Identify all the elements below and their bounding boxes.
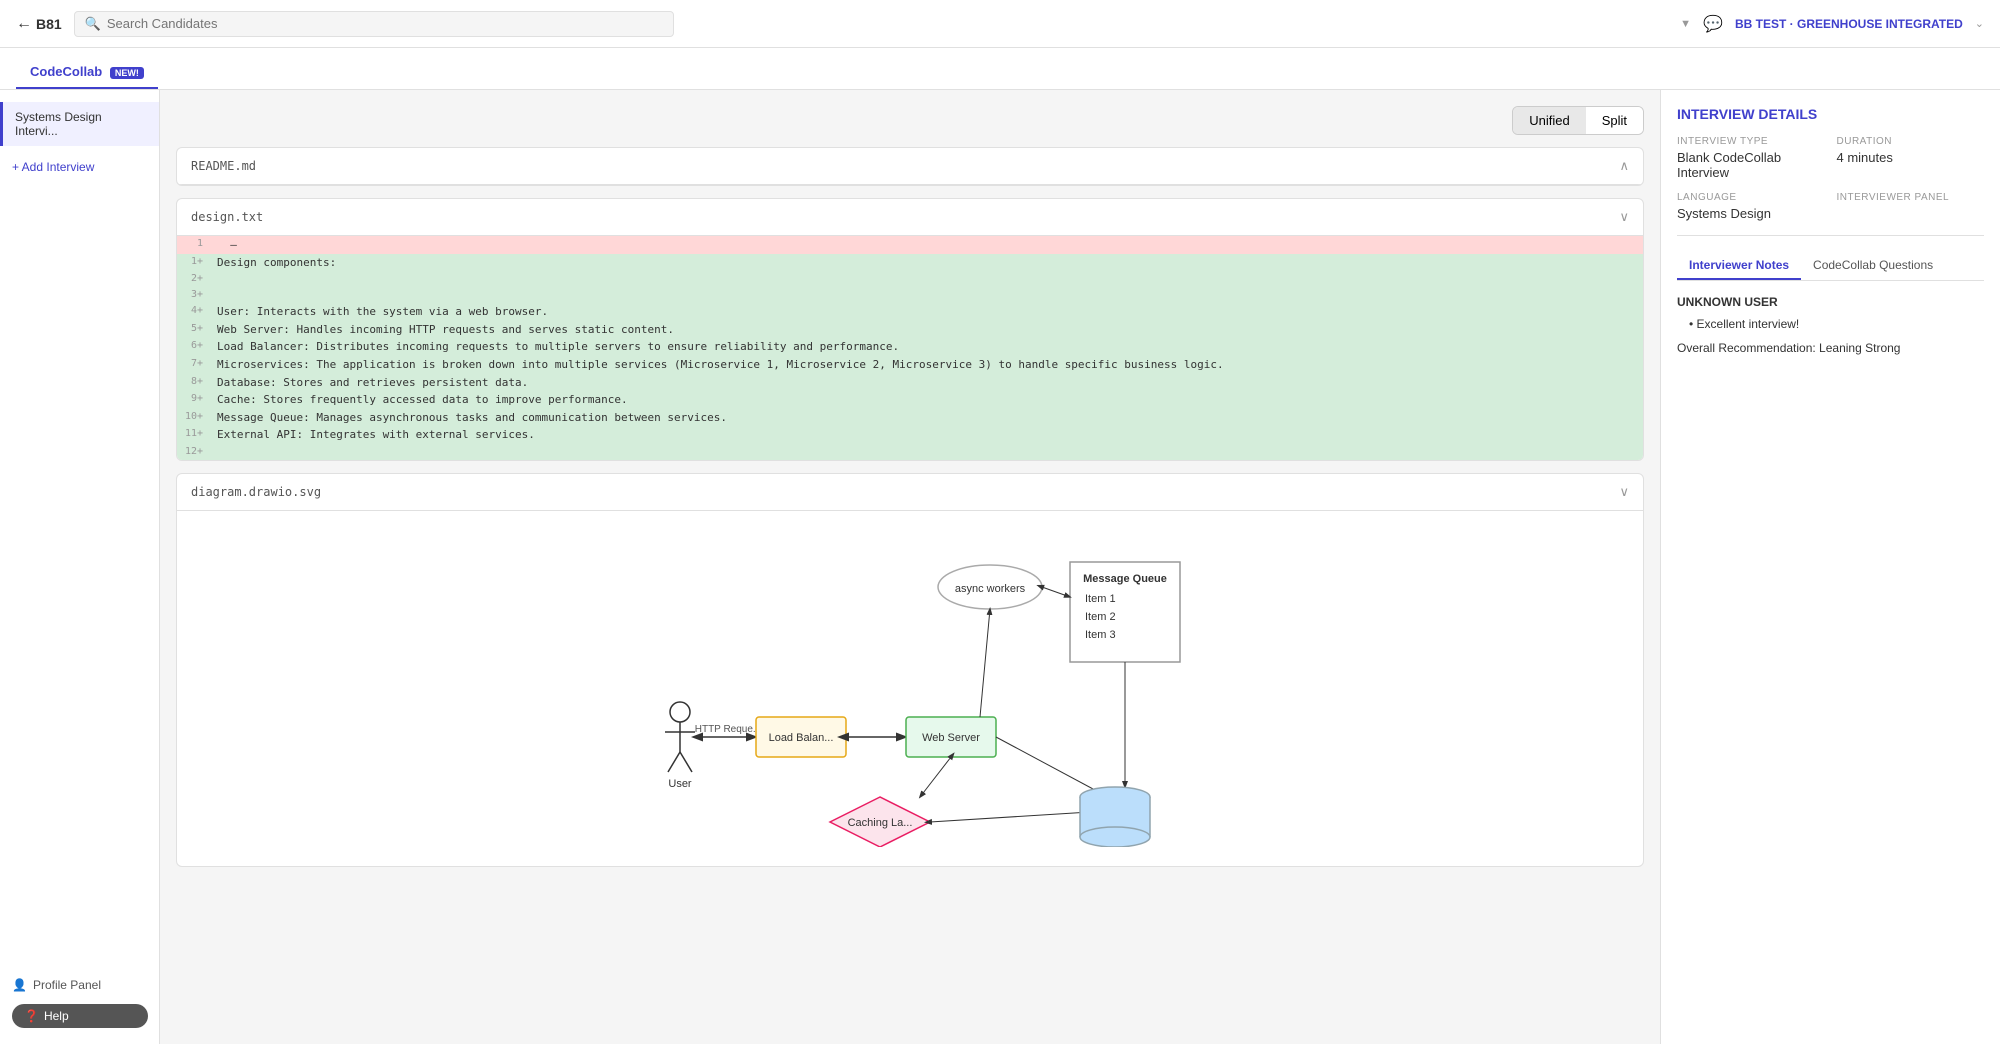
- file-name-design: design.txt: [191, 210, 263, 224]
- user-node: User: [665, 702, 695, 790]
- language-label: LANGUAGE: [1677, 192, 1825, 203]
- recommendation-text: Overall Recommendation: Leaning Strong: [1677, 341, 1984, 355]
- profile-panel-button[interactable]: 👤 Profile Panel: [12, 970, 148, 1000]
- diff-line-4: 4+ User: Interacts with the system via a…: [177, 303, 1643, 321]
- nav-right: ▼ 💬 BB TEST · GREENHOUSE INTEGRATED ⌄: [1680, 14, 1984, 34]
- right-panel: INTERVIEW DETAILS INTERVIEW TYPE Blank C…: [1660, 90, 2000, 1044]
- language-value: Systems Design: [1677, 206, 1825, 221]
- diff-line-9: 9+ Cache: Stores frequently accessed dat…: [177, 391, 1643, 409]
- org-label[interactable]: BB TEST · GREENHOUSE INTEGRATED: [1735, 17, 1963, 31]
- help-button[interactable]: ❓ Help: [12, 1004, 148, 1028]
- svg-text:async workers: async workers: [955, 583, 1026, 595]
- duration-label: DURATION: [1837, 136, 1985, 147]
- profile-icon: 👤: [12, 978, 27, 992]
- interview-type-value: Blank CodeCollab Interview: [1677, 150, 1825, 180]
- diff-line-1-added: 1+ Design components:: [177, 254, 1643, 272]
- note-text: Excellent interview!: [1697, 317, 1800, 331]
- file-name-diagram: diagram.drawio.svg: [191, 485, 321, 499]
- chat-icon[interactable]: 💬: [1703, 14, 1723, 34]
- svg-text:User: User: [668, 778, 692, 790]
- file-section-diagram: diagram.drawio.svg ∨ User: [176, 473, 1644, 867]
- file-header-diagram[interactable]: diagram.drawio.svg ∨: [177, 474, 1643, 511]
- sidebar-item-systems-design[interactable]: Systems Design Intervi...: [0, 102, 159, 146]
- detail-grid: INTERVIEW TYPE Blank CodeCollab Intervie…: [1677, 136, 1984, 221]
- toggle-split[interactable]: Split: [1586, 107, 1643, 134]
- svg-text:Item 2: Item 2: [1085, 611, 1116, 623]
- help-icon: ❓: [24, 1009, 39, 1023]
- diff-line-10: 10+ Message Queue: Manages asynchronous …: [177, 409, 1643, 427]
- file-header-readme[interactable]: README.md ∧: [177, 148, 1643, 185]
- search-icon: 🔍: [85, 16, 101, 32]
- diff-line-5: 5+ Web Server: Handles incoming HTTP req…: [177, 321, 1643, 339]
- tab-questions-label: CodeCollab Questions: [1813, 258, 1933, 272]
- back-arrow-icon: ←: [16, 15, 32, 33]
- diagram-container: User HTTP Reque... Load Balan... Web Ser…: [177, 511, 1643, 866]
- svg-text:Message Queue: Message Queue: [1083, 573, 1167, 585]
- diagram-svg: User HTTP Reque... Load Balan... Web Ser…: [193, 527, 1627, 847]
- back-button[interactable]: ← B81: [16, 15, 62, 33]
- right-tabs: Interviewer Notes CodeCollab Questions: [1677, 250, 1984, 281]
- tab-badge-new: NEW!: [110, 67, 144, 79]
- diff-line-6: 6+ Load Balancer: Distributes incoming r…: [177, 338, 1643, 356]
- duration-value: 4 minutes: [1837, 150, 1985, 165]
- svg-text:Item 1: Item 1: [1085, 593, 1116, 605]
- add-interview-label: + Add Interview: [12, 160, 94, 174]
- svg-text:Caching La...: Caching La...: [848, 817, 913, 829]
- file-section-design: design.txt ∨ 1 – 1+ Design components: 2…: [176, 198, 1644, 461]
- tab-codecollab[interactable]: CodeCollab NEW!: [16, 54, 158, 89]
- main-layout: Systems Design Intervi... + Add Intervie…: [0, 90, 2000, 1044]
- interview-type-label: INTERVIEW TYPE: [1677, 136, 1825, 147]
- view-toggle: Unified Split: [176, 106, 1644, 135]
- back-label: B81: [36, 16, 62, 32]
- toggle-unified[interactable]: Unified: [1513, 107, 1585, 134]
- language-block: LANGUAGE Systems Design: [1677, 192, 1825, 221]
- search-bar[interactable]: 🔍: [74, 11, 674, 37]
- code-area-design: 1 – 1+ Design components: 2+ 3+ 4+: [177, 236, 1643, 460]
- profile-panel-label: Profile Panel: [33, 978, 101, 992]
- sidebar-interview-label: Systems Design Intervi...: [15, 110, 102, 138]
- help-label: Help: [44, 1009, 69, 1023]
- top-nav: ← B81 🔍 ▼ 💬 BB TEST · GREENHOUSE INTEGRA…: [0, 0, 2000, 48]
- dropdown-arrow-icon[interactable]: ▼: [1680, 18, 1691, 30]
- panel-title: INTERVIEW DETAILS: [1677, 106, 1984, 122]
- interview-type-block: INTERVIEW TYPE Blank CodeCollab Intervie…: [1677, 136, 1825, 180]
- section-divider: [1677, 235, 1984, 236]
- tab-codecollab-label: CodeCollab: [30, 64, 102, 79]
- svg-text:HTTP Reque...: HTTP Reque...: [695, 724, 762, 735]
- tab-interviewer-notes[interactable]: Interviewer Notes: [1677, 250, 1801, 280]
- diff-line-1-removed: 1 –: [177, 236, 1643, 254]
- add-interview-button[interactable]: + Add Interview: [0, 152, 159, 182]
- note-bullet: • Excellent interview!: [1689, 317, 1984, 331]
- duration-block: DURATION 4 minutes: [1837, 136, 1985, 180]
- tab-notes-label: Interviewer Notes: [1689, 258, 1789, 272]
- collapse-icon-design: ∨: [1619, 209, 1629, 225]
- interviewer-panel-block: INTERVIEWER PANEL: [1837, 192, 1985, 221]
- toggle-group: Unified Split: [1512, 106, 1644, 135]
- svg-text:Load Balan...: Load Balan...: [769, 732, 834, 744]
- file-section-readme: README.md ∧: [176, 147, 1644, 186]
- center-content: Unified Split README.md ∧ design.txt ∨ 1…: [160, 90, 1660, 1044]
- diff-line-8: 8+ Database: Stores and retrieves persis…: [177, 374, 1643, 392]
- tab-codecollab-questions[interactable]: CodeCollab Questions: [1801, 250, 1945, 280]
- collapse-icon-readme: ∧: [1619, 158, 1629, 174]
- diff-line-12: 12+: [177, 444, 1643, 460]
- diff-line-11: 11+ External API: Integrates with extern…: [177, 426, 1643, 444]
- diff-line-3: 3+: [177, 287, 1643, 303]
- file-name-readme: README.md: [191, 159, 256, 173]
- left-sidebar: Systems Design Intervi... + Add Intervie…: [0, 90, 160, 1044]
- file-header-design[interactable]: design.txt ∨: [177, 199, 1643, 236]
- diff-line-2: 2+: [177, 271, 1643, 287]
- org-dropdown-icon[interactable]: ⌄: [1975, 17, 1984, 30]
- search-input[interactable]: [107, 16, 663, 31]
- svg-text:Item 3: Item 3: [1085, 629, 1116, 641]
- diff-line-7: 7+ Microservices: The application is bro…: [177, 356, 1643, 374]
- svg-text:Web Server: Web Server: [922, 732, 980, 744]
- unknown-user-label: UNKNOWN USER: [1677, 295, 1984, 309]
- interviewer-panel-label: INTERVIEWER PANEL: [1837, 192, 1985, 203]
- collapse-icon-diagram: ∨: [1619, 484, 1629, 500]
- note-bullet-icon: •: [1689, 317, 1697, 331]
- tab-bar: CodeCollab NEW!: [0, 48, 2000, 90]
